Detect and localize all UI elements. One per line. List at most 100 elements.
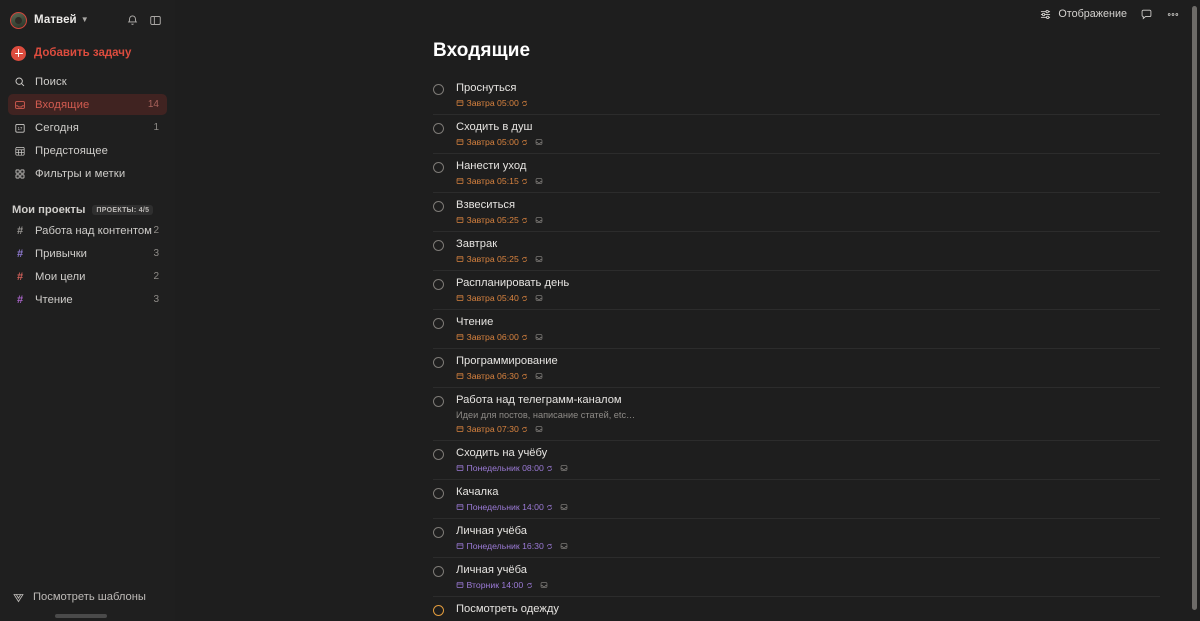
user-menu[interactable]: Матвей ▼ xyxy=(8,6,167,34)
task-row[interactable]: Личная учёба Понедельник 16:30 xyxy=(433,519,1160,558)
task-due-date[interactable]: Завтра 05:40 xyxy=(456,293,528,303)
task-checkbox[interactable] xyxy=(433,162,444,173)
task-due-date[interactable]: Завтра 05:25 xyxy=(456,215,528,225)
task-checkbox[interactable] xyxy=(433,201,444,212)
task-meta: Завтра 05:00 xyxy=(456,137,1160,147)
calendar-icon xyxy=(456,426,464,432)
task-row[interactable]: Личная учёба Вторник 14:00 xyxy=(433,558,1160,597)
task-project-icon[interactable] xyxy=(560,503,568,511)
task-checkbox[interactable] xyxy=(433,240,444,251)
view-templates-button[interactable]: Посмотреть шаблоны xyxy=(8,586,167,608)
sidebar-item-search[interactable]: Поиск xyxy=(8,71,167,92)
plus-circle-icon xyxy=(11,45,26,61)
svg-text:17: 17 xyxy=(18,126,23,131)
task-checkbox[interactable] xyxy=(433,488,444,499)
task-due-date[interactable]: Вторник 14:00 xyxy=(456,580,533,590)
project-item-my-goals[interactable]: # Мои цели 2 xyxy=(8,266,167,287)
task-project-icon[interactable] xyxy=(560,542,568,550)
sidebar-header-icons xyxy=(126,14,165,27)
task-due-date[interactable]: Завтра 07:30 xyxy=(456,424,528,434)
task-due-date[interactable]: Завтра 05:15 xyxy=(456,176,528,186)
task-checkbox[interactable] xyxy=(433,84,444,95)
task-description: Идеи для постов, написание статей, etc… xyxy=(456,410,636,420)
task-due-date[interactable]: Понедельник 16:30 xyxy=(456,541,553,551)
sidebar-horizontal-scrollbar[interactable] xyxy=(55,614,107,618)
task-project-icon[interactable] xyxy=(535,255,543,263)
task-row[interactable]: Завтрак Завтра 05:25 xyxy=(433,232,1160,271)
add-task-button[interactable]: Добавить задачу xyxy=(8,40,167,66)
task-body: Сходить на учёбу Понедельник 08:00 xyxy=(456,447,1160,473)
task-checkbox[interactable] xyxy=(433,527,444,538)
task-due-date[interactable]: Понедельник 08:00 xyxy=(456,463,553,473)
task-checkbox[interactable] xyxy=(433,318,444,329)
task-body: Сходить в душ Завтра 05:00 xyxy=(456,121,1160,147)
task-checkbox[interactable] xyxy=(433,605,444,616)
calendar-icon xyxy=(456,178,464,184)
task-row[interactable]: Сходить в душ Завтра 05:00 xyxy=(433,115,1160,154)
task-checkbox[interactable] xyxy=(433,279,444,290)
sidebar: Матвей ▼ Добавить задачу Поиск Входящие … xyxy=(0,0,175,621)
task-row[interactable]: Качалка Понедельник 14:00 xyxy=(433,480,1160,519)
task-meta: Понедельник 16:30 xyxy=(456,541,1160,551)
task-due-date[interactable]: Завтра 06:00 xyxy=(456,332,528,342)
task-due-date[interactable]: Завтра 05:00 xyxy=(456,137,528,147)
project-item-reading[interactable]: # Чтение 3 xyxy=(8,289,167,310)
project-list: # Работа над контентом 2 # Привычки 3 # … xyxy=(8,220,167,310)
task-due-date[interactable]: Понедельник 14:00 xyxy=(456,502,553,512)
task-row[interactable]: Взвеситься Завтра 05:25 xyxy=(433,193,1160,232)
chevron-down-icon[interactable]: ▼ xyxy=(81,16,89,24)
task-row[interactable]: Чтение Завтра 06:00 xyxy=(433,310,1160,349)
project-count: 2 xyxy=(153,271,159,282)
sidebar-item-label: Поиск xyxy=(35,75,67,88)
sidebar-item-label: Предстоящее xyxy=(35,144,108,157)
task-checkbox[interactable] xyxy=(433,396,444,407)
task-meta: Завтра 06:30 xyxy=(456,371,1160,381)
task-project-icon[interactable] xyxy=(535,177,543,185)
user-avatar[interactable] xyxy=(10,11,27,29)
task-checkbox[interactable] xyxy=(433,449,444,460)
task-meta: Завтра 05:15 xyxy=(456,176,1160,186)
task-row[interactable]: Программирование Завтра 06:30 xyxy=(433,349,1160,388)
task-checkbox[interactable] xyxy=(433,123,444,134)
calendar-icon xyxy=(456,334,464,340)
display-options-label: Отображение xyxy=(1058,8,1127,20)
task-project-icon[interactable] xyxy=(560,464,568,472)
task-project-icon[interactable] xyxy=(540,581,548,589)
task-project-icon[interactable] xyxy=(535,138,543,146)
sidebar-item-filters-labels[interactable]: Фильтры и метки xyxy=(8,163,167,184)
display-options-button[interactable]: Отображение xyxy=(1039,8,1127,21)
task-due-date[interactable]: Завтра 06:30 xyxy=(456,371,528,381)
task-row[interactable]: Проснуться Завтра 05:00 xyxy=(433,76,1160,115)
comment-bubble-icon[interactable] xyxy=(1140,8,1153,21)
calendar-icon xyxy=(456,295,464,301)
toggle-sidebar-icon[interactable] xyxy=(149,14,162,27)
task-row[interactable]: Работа над телеграмм-каналом Идеи для по… xyxy=(433,388,1160,441)
task-row[interactable]: Распланировать день Завтра 05:40 xyxy=(433,271,1160,310)
task-title: Чтение xyxy=(456,316,494,328)
task-project-icon[interactable] xyxy=(535,333,543,341)
sidebar-item-inbox[interactable]: Входящие 14 xyxy=(8,94,167,115)
project-item-habits[interactable]: # Привычки 3 xyxy=(8,243,167,264)
sidebar-item-today[interactable]: 17 Сегодня 1 xyxy=(8,117,167,138)
task-project-icon[interactable] xyxy=(535,372,543,380)
main-vertical-scrollbar[interactable] xyxy=(1192,6,1197,610)
task-project-icon[interactable] xyxy=(535,294,543,302)
task-project-icon[interactable] xyxy=(535,425,543,433)
task-row[interactable]: Нанести уход Завтра 05:15 xyxy=(433,154,1160,193)
task-project-icon[interactable] xyxy=(535,216,543,224)
my-projects-header[interactable]: Мои проекты ПРОЕКТЫ: 4/5 xyxy=(8,200,167,220)
recurring-icon xyxy=(522,217,528,223)
notifications-bell-icon[interactable] xyxy=(126,14,139,27)
task-body: Нанести уход Завтра 05:15 xyxy=(456,160,1160,186)
task-due-date[interactable]: Завтра 05:25 xyxy=(456,254,528,264)
task-row[interactable]: Сходить на учёбу Понедельник 08:00 xyxy=(433,441,1160,480)
project-count: 3 xyxy=(153,294,159,305)
task-checkbox[interactable] xyxy=(433,566,444,577)
more-horizontal-icon[interactable] xyxy=(1166,8,1180,21)
task-due-date[interactable]: Завтра 05:00 xyxy=(456,98,528,108)
project-item-content-work[interactable]: # Работа над контентом 2 xyxy=(8,220,167,241)
task-checkbox[interactable] xyxy=(433,357,444,368)
project-label: Мои цели xyxy=(35,270,86,283)
task-row[interactable]: Посмотреть одежду Сегодня xyxy=(433,597,1160,621)
sidebar-item-upcoming[interactable]: Предстоящее xyxy=(8,140,167,161)
